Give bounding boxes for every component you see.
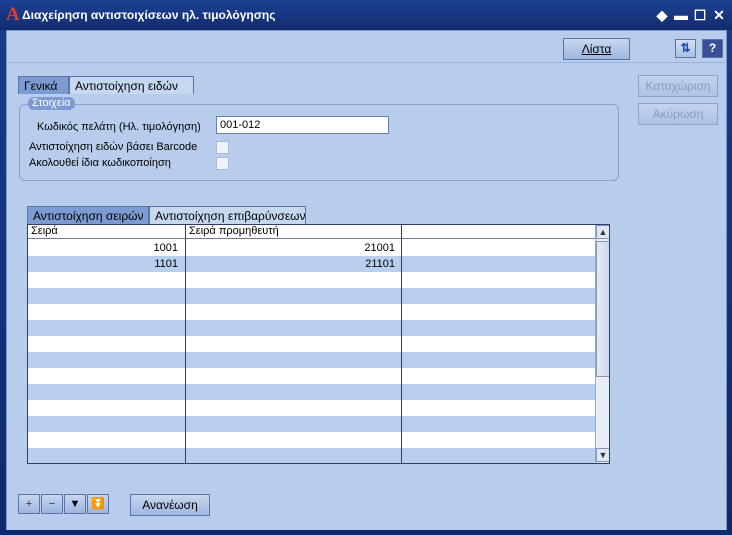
move-down-icon[interactable]: ▼ xyxy=(64,494,86,514)
table-row[interactable] xyxy=(28,400,595,416)
table-row[interactable] xyxy=(28,320,595,336)
table-row[interactable] xyxy=(28,448,595,463)
table-cell[interactable] xyxy=(402,256,592,272)
scroll-down-icon[interactable]: ▼ xyxy=(596,448,609,462)
top-toolbar: Λίστα ⇅ ? xyxy=(7,31,726,63)
table-row[interactable] xyxy=(28,288,595,304)
tab-item-mapping[interactable]: Αντιστοίχηση ειδών xyxy=(69,76,194,94)
scroll-up-icon[interactable]: ▲ xyxy=(596,225,609,239)
title-bar[interactable]: A Διαχείρηση αντιστοιχίσεων ηλ. τιμολόγη… xyxy=(0,0,732,30)
add-row-icon[interactable]: + xyxy=(18,494,40,514)
table-cell[interactable]: 21001 xyxy=(186,240,398,256)
column-header-supplier-series[interactable]: Σειρά προμηθευτή xyxy=(186,225,401,239)
bottom-bar: + − ▼ ⏬ Ανανέωση xyxy=(7,486,726,530)
app-logo-icon: A xyxy=(6,4,20,25)
table-row[interactable] xyxy=(28,384,595,400)
table-row[interactable] xyxy=(28,336,595,352)
column-divider xyxy=(185,225,186,463)
table-row[interactable] xyxy=(28,416,595,432)
close-icon[interactable]: ✕ xyxy=(711,8,727,22)
tab-series-mapping[interactable]: Αντιστοίχηση σειρών xyxy=(27,206,149,224)
barcode-mapping-label: Αντιστοίχηση ειδών βάσει Barcode xyxy=(29,141,198,153)
column-divider xyxy=(401,225,402,463)
table-row[interactable] xyxy=(28,432,595,448)
details-groupbox: Στοιχεία Κωδικός πελάτη (Ηλ. τιμολόγηση)… xyxy=(19,97,619,181)
table-row[interactable] xyxy=(28,272,595,288)
tab-general-label: Γενικά xyxy=(24,79,58,93)
refresh-button-label: Ανανέωση xyxy=(142,498,198,512)
minimize-icon[interactable]: ▬ xyxy=(673,8,689,22)
tab-charges-mapping[interactable]: Αντιστοίχηση επιβαρύνσεων xyxy=(149,206,306,224)
grid-header: Σειρά Σειρά προμηθευτή xyxy=(28,225,595,239)
app-window: A Διαχείρηση αντιστοιχίσεων ηλ. τιμολόγη… xyxy=(0,0,732,535)
table-row[interactable]: 1001 21001 xyxy=(28,240,595,256)
table-cell[interactable]: 1001 xyxy=(28,240,181,256)
refresh-button[interactable]: Ανανέωση xyxy=(130,494,210,516)
tab-charges-mapping-label: Αντιστοίχηση επιβαρύνσεων xyxy=(155,209,306,223)
list-button-label: Λίστα xyxy=(581,42,612,56)
same-coding-label: Ακολουθεί ίδια κωδικοποίηση xyxy=(29,157,171,169)
cancel-button[interactable]: Ακύρωση xyxy=(638,103,718,125)
scroll-thumb[interactable] xyxy=(596,241,609,377)
maximize-icon[interactable]: ☐ xyxy=(692,8,708,22)
table-cell[interactable]: 21101 xyxy=(186,256,398,272)
groupbox-legend: Στοιχεία xyxy=(28,97,75,110)
main-content: Λίστα ⇅ ? Καταχώριση Ακύρωση Γενικά Αντι… xyxy=(6,30,727,530)
window-title: Διαχείρηση αντιστοιχίσεων ηλ. τιμολόγηση… xyxy=(22,8,276,22)
table-row[interactable] xyxy=(28,368,595,384)
sort-arrows-icon[interactable]: ⇅ xyxy=(675,39,696,58)
grid-scrollbar[interactable]: ▲ ▼ xyxy=(595,225,609,463)
series-grid[interactable]: Σειρά Σειρά προμηθευτή 1001 21001 1101 2110… xyxy=(27,224,610,464)
barcode-mapping-checkbox[interactable] xyxy=(216,141,229,154)
table-row[interactable]: 1101 21101 xyxy=(28,256,595,272)
column-header-series[interactable]: Σειρά xyxy=(28,225,185,239)
help-icon[interactable]: ? xyxy=(702,39,723,58)
tab-item-mapping-label: Αντιστοίχηση ειδών xyxy=(75,79,178,93)
same-coding-checkbox[interactable] xyxy=(216,157,229,170)
move-bottom-icon[interactable]: ⏬ xyxy=(87,494,109,514)
tab-series-mapping-label: Αντιστοίχηση σειρών xyxy=(33,209,144,223)
table-cell[interactable]: 1101 xyxy=(28,256,181,272)
remove-row-icon[interactable]: − xyxy=(41,494,63,514)
column-header-empty[interactable] xyxy=(402,225,595,239)
save-button[interactable]: Καταχώριση xyxy=(638,75,718,97)
customer-code-input[interactable] xyxy=(216,116,389,134)
diamond-icon[interactable]: ◆ xyxy=(654,8,670,22)
table-row[interactable] xyxy=(28,352,595,368)
tab-general[interactable]: Γενικά xyxy=(18,76,69,94)
table-row[interactable] xyxy=(28,304,595,320)
list-button[interactable]: Λίστα xyxy=(563,38,630,60)
customer-code-label: Κωδικός πελάτη (Ηλ. τιμολόγηση) xyxy=(37,121,201,133)
table-cell[interactable] xyxy=(402,240,592,256)
